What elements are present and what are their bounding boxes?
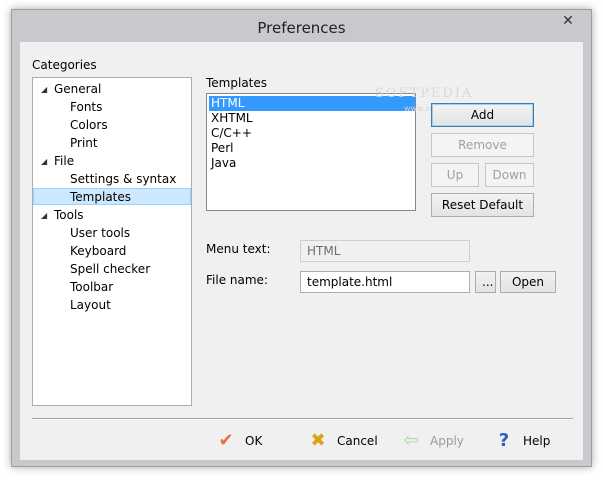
- window-title: Preferences: [257, 19, 346, 37]
- tree-item-spell-checker[interactable]: Spell checker: [70, 261, 150, 278]
- apply-label: Apply: [430, 434, 464, 448]
- title-bar[interactable]: Preferences ✕: [12, 10, 591, 42]
- tree-item-label: Layout: [70, 298, 111, 312]
- templates-label: Templates: [206, 76, 268, 90]
- checkmark-icon: ✔: [218, 430, 234, 451]
- cancel-button[interactable]: ✖ Cancel: [307, 430, 377, 452]
- templates-list[interactable]: HTML XHTML C/C++ Perl Java: [206, 93, 416, 211]
- ok-button[interactable]: ✔ OK: [215, 430, 275, 452]
- help-icon: ?: [498, 430, 510, 451]
- file-name-label: File name:: [206, 273, 268, 287]
- categories-label: Categories: [32, 58, 97, 72]
- expand-arrow-icon[interactable]: ◢: [41, 153, 47, 170]
- tree-item-layout[interactable]: Layout: [70, 297, 111, 314]
- close-icon: ✕: [562, 13, 574, 29]
- down-button[interactable]: Down: [485, 163, 534, 187]
- tree-item-label: Toolbar: [70, 280, 114, 294]
- help-button[interactable]: ? Help: [493, 430, 563, 452]
- preferences-dialog: Preferences ✕ Categories ◢ General Fonts…: [11, 9, 592, 467]
- tree-item-label: User tools: [70, 226, 131, 240]
- tree-item-toolbar[interactable]: Toolbar: [70, 279, 113, 296]
- apply-button[interactable]: ⇦ Apply: [400, 430, 470, 452]
- tree-item-label: Colors: [70, 118, 108, 132]
- tree-item-label: Templates: [70, 190, 132, 204]
- open-button[interactable]: Open: [500, 271, 556, 293]
- ok-label: OK: [245, 434, 263, 448]
- tree-item-tools[interactable]: ◢ Tools: [33, 207, 191, 224]
- tree-item-user-tools[interactable]: User tools: [70, 225, 130, 242]
- close-button[interactable]: ✕: [551, 11, 585, 31]
- tree-item-file[interactable]: ◢ File: [33, 153, 191, 170]
- tree-item-colors[interactable]: Colors: [70, 117, 108, 134]
- tree-item-general[interactable]: ◢ General: [33, 81, 191, 98]
- tree-item-keyboard[interactable]: Keyboard: [70, 243, 126, 260]
- reset-default-button[interactable]: Reset Default: [431, 193, 534, 217]
- tree-item-fonts[interactable]: Fonts: [70, 99, 102, 116]
- tree-item-templates[interactable]: Templates: [33, 188, 191, 205]
- tree-item-label: Print: [70, 136, 98, 150]
- categories-tree[interactable]: ◢ General Fonts Colors Print ◢ File Sett…: [32, 77, 192, 406]
- tree-item-label: File: [54, 154, 75, 168]
- up-button[interactable]: Up: [431, 163, 479, 187]
- tree-item-label: Fonts: [70, 100, 103, 114]
- menu-text-field[interactable]: [300, 240, 470, 262]
- tree-item-label: Spell checker: [70, 262, 151, 276]
- tree-item-settings-syntax[interactable]: Settings & syntax: [70, 171, 176, 188]
- cancel-label: Cancel: [337, 434, 378, 448]
- list-item[interactable]: Perl: [209, 141, 415, 156]
- browse-button[interactable]: ...: [475, 271, 496, 293]
- add-button[interactable]: Add: [431, 103, 534, 127]
- list-item[interactable]: C/C++: [209, 126, 415, 141]
- menu-text-label: Menu text:: [206, 242, 271, 256]
- expand-arrow-icon[interactable]: ◢: [41, 207, 47, 224]
- tree-item-print[interactable]: Print: [70, 135, 98, 152]
- file-name-field[interactable]: [300, 271, 470, 293]
- tree-item-label: Settings & syntax: [70, 172, 177, 186]
- tree-item-label: Keyboard: [70, 244, 127, 258]
- footer-separator: [32, 418, 573, 420]
- list-item[interactable]: Java: [209, 156, 415, 171]
- tree-item-label: Tools: [54, 208, 84, 222]
- softpedia-watermark: SOFTPEDIA: [375, 86, 474, 101]
- remove-button[interactable]: Remove: [431, 133, 534, 157]
- expand-arrow-icon[interactable]: ◢: [41, 81, 47, 98]
- dialog-client-area: Categories ◢ General Fonts Colors Print …: [20, 42, 583, 460]
- cross-icon: ✖: [310, 430, 326, 451]
- list-item[interactable]: XHTML: [209, 111, 415, 126]
- help-label: Help: [523, 434, 551, 448]
- arrow-left-icon: ⇦: [403, 430, 419, 451]
- tree-item-label: General: [54, 82, 102, 96]
